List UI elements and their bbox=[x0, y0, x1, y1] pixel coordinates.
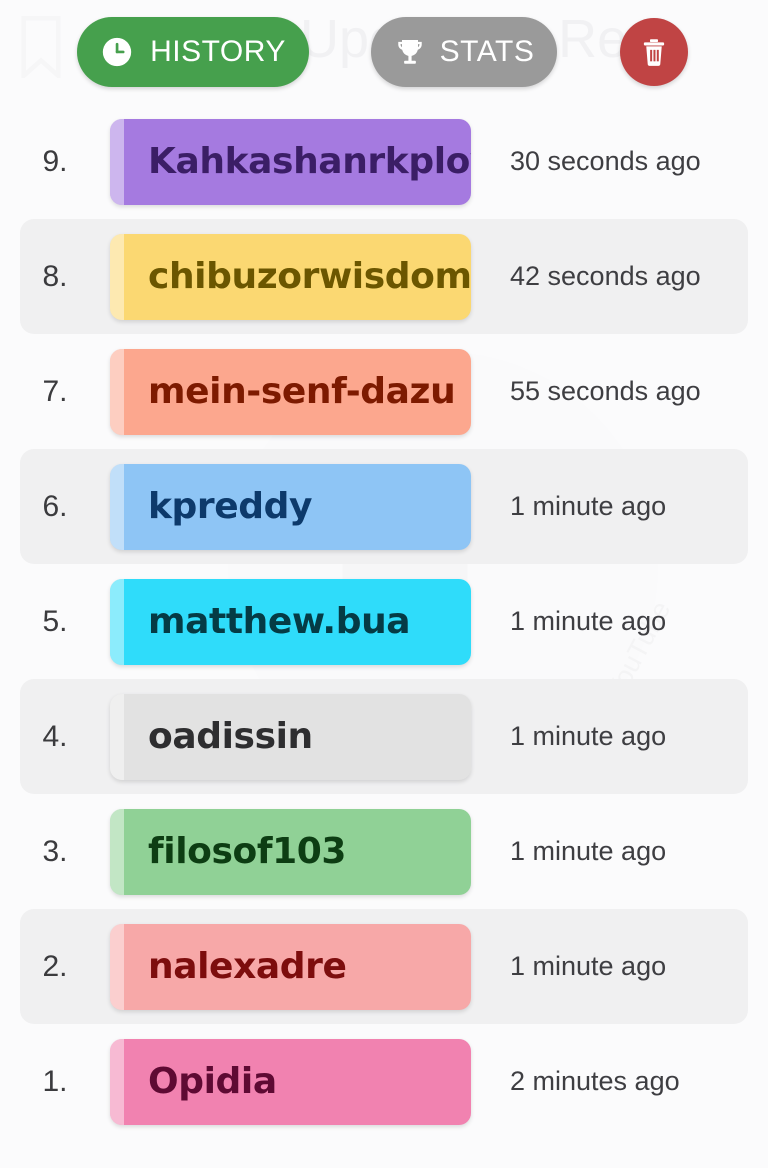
row-rank: 7. bbox=[42, 374, 68, 408]
history-row[interactable]: 4. oadissin 1 minute ago bbox=[0, 679, 768, 794]
header-toolbar: HISTORY STATS bbox=[0, 0, 768, 104]
relative-timestamp: 1 minute ago bbox=[510, 721, 667, 751]
history-row[interactable]: 8. chibuzorwisdom 42 seconds ago bbox=[0, 219, 768, 334]
row-rank: 6. bbox=[42, 489, 68, 523]
username-label: mein-senf-dazu bbox=[148, 371, 456, 412]
username-pill[interactable]: mein-senf-dazu bbox=[110, 348, 471, 435]
row-rank: 5. bbox=[42, 604, 68, 638]
username-pill[interactable]: Opidia bbox=[110, 1038, 471, 1125]
username-label: Opidia bbox=[148, 1061, 277, 1102]
history-tab-button[interactable]: HISTORY bbox=[77, 17, 309, 87]
history-list: 9. Kahkashanrkploy 30 seconds ago 8. chibuzo… bbox=[0, 104, 768, 1139]
row-rank: 9. bbox=[42, 144, 68, 178]
relative-timestamp: 42 seconds ago bbox=[510, 261, 701, 291]
history-row[interactable]: 7. mein-senf-dazu 55 seconds ago bbox=[0, 334, 768, 449]
username-label: nalexadre bbox=[148, 946, 347, 987]
stats-button-label: STATS bbox=[439, 35, 535, 68]
relative-timestamp: 1 minute ago bbox=[510, 836, 667, 866]
relative-timestamp: 2 minutes ago bbox=[510, 1066, 680, 1096]
row-rank: 2. bbox=[42, 949, 68, 983]
trophy-icon bbox=[394, 36, 426, 68]
username-pill[interactable]: oadissin bbox=[110, 693, 471, 780]
username-pill[interactable]: nalexadre bbox=[110, 923, 471, 1010]
relative-timestamp: 1 minute ago bbox=[510, 491, 667, 521]
relative-timestamp: 1 minute ago bbox=[510, 951, 667, 981]
relative-timestamp: 30 seconds ago bbox=[510, 146, 701, 176]
history-row[interactable]: 9. Kahkashanrkploy 30 seconds ago bbox=[0, 104, 768, 219]
username-label: kpreddy bbox=[148, 486, 313, 527]
username-pill[interactable]: chibuzorwisdom bbox=[110, 233, 471, 320]
stats-tab-button[interactable]: STATS bbox=[371, 17, 557, 87]
username-label: Kahkashanrkploy bbox=[148, 141, 471, 182]
row-rank: 1. bbox=[42, 1064, 68, 1098]
history-row[interactable]: 6. kpreddy 1 minute ago bbox=[0, 449, 768, 564]
username-label: chibuzorwisdom bbox=[148, 256, 471, 297]
username-label: filosof103 bbox=[148, 831, 347, 872]
relative-timestamp: 1 minute ago bbox=[510, 606, 667, 636]
row-rank: 3. bbox=[42, 834, 68, 868]
row-rank: 4. bbox=[42, 719, 68, 753]
history-row[interactable]: 5. matthew.bua 1 minute ago bbox=[0, 564, 768, 679]
relative-timestamp: 55 seconds ago bbox=[510, 376, 701, 406]
username-pill[interactable]: matthew.bua bbox=[110, 578, 471, 665]
history-button-label: HISTORY bbox=[150, 35, 286, 68]
row-rank: 8. bbox=[42, 259, 68, 293]
username-label: matthew.bua bbox=[148, 601, 411, 642]
history-row[interactable]: 1. Opidia 2 minutes ago bbox=[0, 1024, 768, 1139]
history-row[interactable]: 3. filosof103 1 minute ago bbox=[0, 794, 768, 909]
history-row[interactable]: 2. nalexadre 1 minute ago bbox=[0, 909, 768, 1024]
delete-history-button[interactable] bbox=[620, 18, 688, 86]
username-pill[interactable]: filosof103 bbox=[110, 808, 471, 895]
trash-icon bbox=[638, 36, 670, 68]
clock-icon bbox=[100, 35, 134, 69]
username-pill[interactable]: kpreddy bbox=[110, 463, 471, 550]
username-label: oadissin bbox=[148, 716, 313, 757]
username-pill[interactable]: Kahkashanrkploy bbox=[110, 118, 471, 205]
